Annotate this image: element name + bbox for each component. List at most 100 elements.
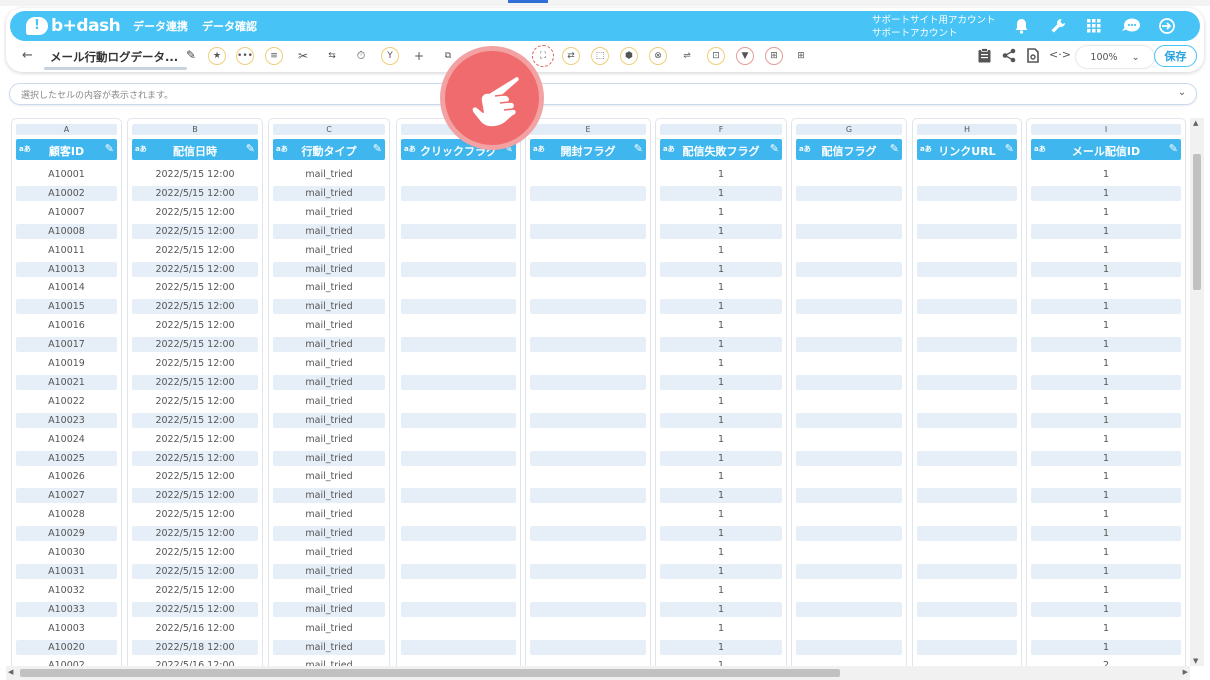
table-cell[interactable]: A10011	[16, 243, 117, 258]
table-cell[interactable]	[401, 261, 516, 277]
lock-cell-icon[interactable]: ⬚	[591, 47, 609, 65]
table-cell[interactable]: 1	[660, 185, 782, 201]
table-cell[interactable]: 1	[1031, 526, 1181, 542]
table-cell[interactable]: mail_tried	[273, 526, 385, 542]
column-header[interactable]: aあ 顧客ID ✎	[16, 139, 117, 160]
table-cell[interactable]: 1	[660, 205, 782, 220]
table-cell[interactable]: 2022/5/15 12:00	[132, 205, 258, 220]
table-cell[interactable]: A10001	[16, 167, 117, 182]
document-title[interactable]: メール行動ログデータ...	[50, 49, 178, 65]
table-cell[interactable]: mail_tried	[273, 469, 385, 484]
table-cell[interactable]: mail_tried	[273, 658, 385, 666]
scroll-up-arrow-icon[interactable]: ▲	[1193, 119, 1198, 127]
table-cell[interactable]: 2022/5/15 12:00	[132, 507, 258, 522]
table-cell[interactable]: A10014	[16, 280, 117, 295]
table-cell[interactable]	[796, 374, 902, 390]
table-cell[interactable]	[917, 243, 1017, 258]
table-cell[interactable]	[401, 545, 516, 560]
table-cell[interactable]: mail_tried	[273, 432, 385, 447]
cube-icon[interactable]: ⬢	[620, 47, 638, 65]
table-cell[interactable]: 2022/5/15 12:00	[132, 412, 258, 428]
table-cell[interactable]	[796, 639, 902, 655]
table-cell[interactable]: 1	[660, 280, 782, 295]
swap-icon[interactable]: ⇄	[562, 47, 580, 65]
favorite-star-icon[interactable]: ★	[208, 47, 226, 65]
table-cell[interactable]: 1	[1031, 432, 1181, 447]
transform-icon[interactable]: ⇌	[678, 47, 696, 65]
table-cell[interactable]	[530, 450, 646, 466]
table-cell[interactable]: 2022/5/15 12:00	[132, 280, 258, 295]
table-cell[interactable]	[401, 299, 516, 315]
frame-icon[interactable]: ⊡	[707, 47, 725, 65]
table-cell[interactable]	[530, 432, 646, 447]
table-cell[interactable]: mail_tried	[273, 583, 385, 598]
table-cell[interactable]	[917, 374, 1017, 390]
table-cell[interactable]	[917, 469, 1017, 484]
table-cell[interactable]	[401, 563, 516, 579]
table-cell[interactable]: 1	[1031, 639, 1181, 655]
edit-pencil-icon[interactable]: ✎	[634, 142, 643, 155]
table-cell[interactable]	[401, 374, 516, 390]
table-cell[interactable]: A10024	[16, 432, 117, 447]
column-header[interactable]: aあ 行動タイプ ✎	[273, 139, 385, 160]
table-cell[interactable]: 2022/5/15 12:00	[132, 318, 258, 333]
table-cell[interactable]: 2022/5/15 12:00	[132, 526, 258, 542]
table-cell[interactable]: 1	[660, 488, 782, 504]
table-cell[interactable]	[917, 601, 1017, 617]
table-cell[interactable]: 1	[660, 337, 782, 353]
table-cell[interactable]	[530, 280, 646, 295]
table-cell[interactable]	[530, 488, 646, 504]
table-cell[interactable]	[796, 261, 902, 277]
edit-pencil-icon[interactable]: ✎	[373, 142, 382, 155]
table-cell[interactable]: 2022/5/15 12:00	[132, 563, 258, 579]
table-cell[interactable]: 1	[660, 167, 782, 182]
table-cell[interactable]: 2	[1031, 658, 1181, 666]
table-cell[interactable]: mail_tried	[273, 318, 385, 333]
table-cell[interactable]: 1	[1031, 412, 1181, 428]
table-cell[interactable]: 1	[1031, 299, 1181, 315]
table-cell[interactable]: 2022/5/16 12:00	[132, 658, 258, 666]
table-cell[interactable]: mail_tried	[273, 185, 385, 201]
column-letter[interactable]: F	[660, 124, 782, 135]
table-cell[interactable]	[796, 469, 902, 484]
table-cell[interactable]	[917, 583, 1017, 598]
table-cell[interactable]	[530, 412, 646, 428]
table-cell[interactable]: 1	[660, 658, 782, 666]
table-cell[interactable]: 2022/5/15 12:00	[132, 223, 258, 239]
column-header[interactable]: aあ 配信失敗フラグ ✎	[660, 139, 782, 160]
table-cell[interactable]	[796, 412, 902, 428]
table-cell[interactable]	[796, 601, 902, 617]
column-header[interactable]: aあ メール配信ID ✎	[1031, 139, 1181, 160]
table-cell[interactable]: A10033	[16, 601, 117, 617]
table-cell[interactable]	[530, 299, 646, 315]
wrench-icon[interactable]	[1047, 16, 1069, 36]
table-cell[interactable]	[917, 167, 1017, 182]
bell-icon[interactable]	[1010, 16, 1032, 36]
column-header[interactable]: aあ 開封フラグ ✎	[530, 139, 646, 160]
table-cell[interactable]	[917, 432, 1017, 447]
table-cell[interactable]: 1	[1031, 469, 1181, 484]
table-cell[interactable]: 1	[660, 394, 782, 409]
table-cell[interactable]	[530, 374, 646, 390]
table-cell[interactable]	[530, 469, 646, 484]
table-cell[interactable]: 1	[1031, 563, 1181, 579]
column-header[interactable]: aあ 配信日時 ✎	[132, 139, 258, 160]
table-cell[interactable]: A10029	[16, 526, 117, 542]
table-cell[interactable]: 1	[660, 450, 782, 466]
table-cell[interactable]: 2022/5/15 12:00	[132, 299, 258, 315]
table-cell[interactable]	[917, 337, 1017, 353]
scroll-right-arrow-icon[interactable]: ▶	[1183, 668, 1188, 676]
table-cell[interactable]: 2022/5/15 12:00	[132, 450, 258, 466]
table-cell[interactable]: 2022/5/15 12:00	[132, 185, 258, 201]
table-cell[interactable]: A10032	[16, 583, 117, 598]
nav-data-integration[interactable]: データ連携	[133, 18, 188, 34]
table-cell[interactable]	[401, 658, 516, 666]
table-cell[interactable]	[401, 450, 516, 466]
table-cell[interactable]: 1	[660, 299, 782, 315]
table-cell[interactable]: 1	[660, 545, 782, 560]
table-cell[interactable]: A10027	[16, 488, 117, 504]
table-cell[interactable]: 1	[660, 583, 782, 598]
table-cell[interactable]	[530, 639, 646, 655]
table-cell[interactable]	[796, 432, 902, 447]
table-cell[interactable]: A10013	[16, 261, 117, 277]
